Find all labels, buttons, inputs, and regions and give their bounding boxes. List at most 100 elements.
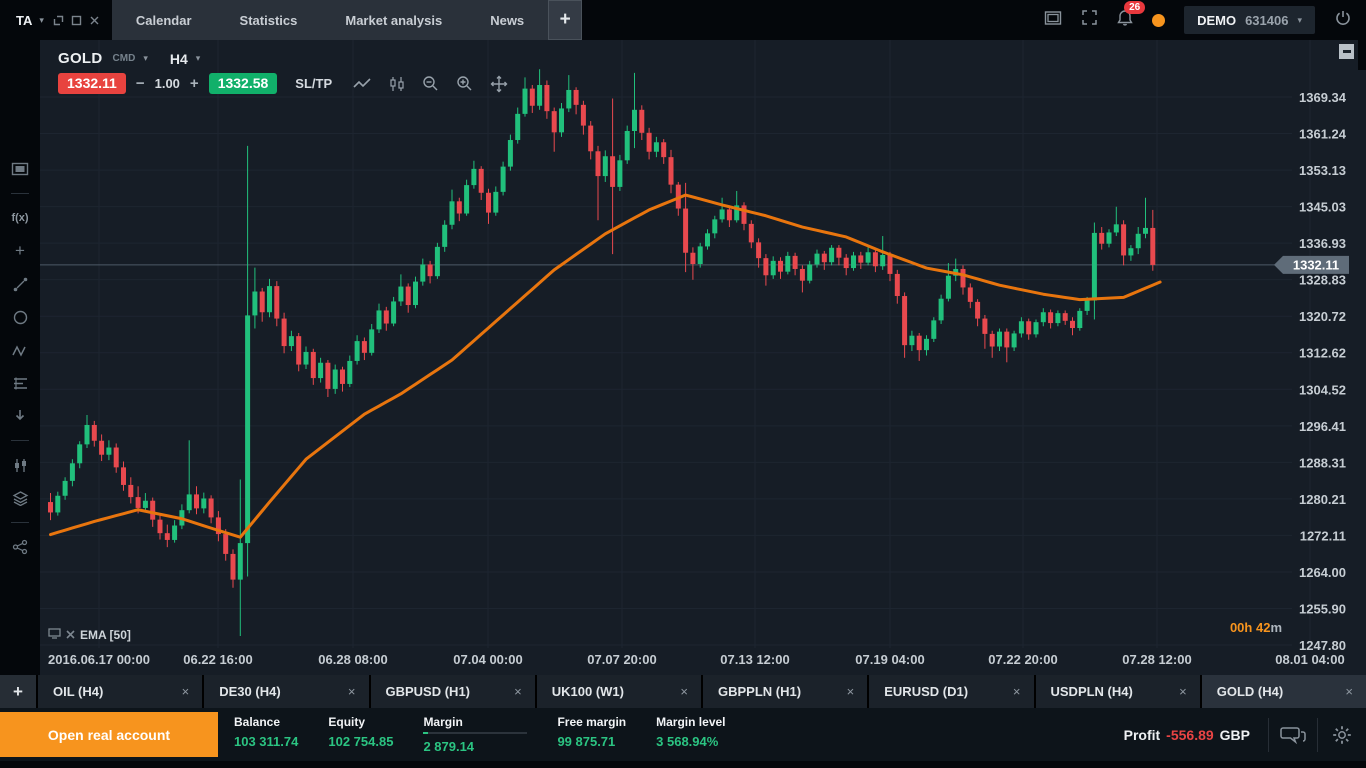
candle [917, 336, 922, 350]
instrument-tab-gbppln-h1-[interactable]: GBPPLN (H1)× [703, 675, 867, 708]
candle [858, 255, 863, 262]
close-icon[interactable]: × [514, 684, 522, 699]
gear-icon[interactable] [1318, 724, 1366, 746]
trend-line-icon[interactable] [8, 273, 32, 295]
instrument-tab-de30-h4-[interactable]: DE30 (H4)× [204, 675, 368, 708]
volume-value[interactable]: 1.00 [155, 76, 180, 91]
svg-text:1328.83: 1328.83 [1299, 273, 1346, 288]
timeframe-selector[interactable]: H4 [170, 51, 188, 67]
volume-decrease-button[interactable]: − [136, 75, 145, 92]
candle [77, 444, 82, 463]
monitor-icon[interactable] [48, 626, 61, 644]
share-icon[interactable] [8, 536, 32, 558]
close-icon[interactable]: × [1345, 684, 1353, 699]
account-selector[interactable]: DEMO 631406 ▾ [1184, 6, 1315, 34]
candle [975, 302, 980, 319]
arrow-down-icon[interactable] [8, 405, 32, 427]
close-icon[interactable]: × [348, 684, 356, 699]
close-icon[interactable] [89, 15, 100, 26]
zoom-in-icon[interactable] [456, 75, 473, 92]
top-tab-statistics[interactable]: Statistics [216, 0, 322, 40]
ellipse-icon[interactable] [8, 306, 32, 328]
candle [939, 299, 944, 321]
instrument-tab-oil-h4-[interactable]: OIL (H4)× [38, 675, 202, 708]
instrument-tab-gbpusd-h1-[interactable]: GBPUSD (H1)× [371, 675, 535, 708]
top-tab-market-analysis[interactable]: Market analysis [321, 0, 466, 40]
close-icon[interactable]: × [1013, 684, 1021, 699]
instrument-tab-gold-h4-[interactable]: GOLD (H4)× [1202, 675, 1366, 708]
elliott-wave-icon[interactable] [8, 339, 32, 361]
candle [1099, 233, 1104, 244]
candlestick-icon[interactable] [389, 76, 405, 92]
chat-icon[interactable] [1269, 724, 1317, 746]
power-icon[interactable] [1334, 9, 1352, 32]
bell-icon[interactable]: 26 [1117, 9, 1133, 32]
trade-row: 1332.11 − 1.00 + 1332.58 SL/TP [58, 73, 508, 94]
close-icon[interactable]: × [182, 684, 190, 699]
collapse-panel-icon[interactable] [1339, 44, 1354, 59]
volume-increase-button[interactable]: + [190, 75, 199, 92]
svg-text:07.22 20:00: 07.22 20:00 [988, 652, 1057, 667]
add-workspace-button[interactable]: + [548, 0, 582, 40]
chevron-down-icon[interactable]: ▾ [143, 53, 148, 64]
candle [471, 169, 476, 185]
instrument-tab-label: USDPLN (H4) [1051, 684, 1133, 699]
buy-button[interactable]: 1332.58 [209, 73, 278, 94]
line-chart-icon[interactable] [352, 77, 372, 91]
candle [187, 494, 192, 510]
chart-panel: 1369.341361.241353.131345.031336.931328.… [40, 40, 1366, 675]
chevron-down-icon[interactable]: ▾ [39, 15, 44, 26]
function-icon[interactable]: f(x) [8, 207, 32, 229]
layers-icon[interactable] [8, 487, 32, 509]
instrument-tab-eurusd-d1-[interactable]: EURUSD (D1)× [869, 675, 1033, 708]
instrument-tab-usdpln-h4-[interactable]: USDPLN (H4) × [1036, 675, 1200, 708]
svg-text:2016.06.17 00:00: 2016.06.17 00:00 [48, 652, 150, 667]
chart-window-icon[interactable] [8, 158, 32, 180]
zoom-out-icon[interactable] [422, 75, 439, 92]
stat-balance: Balance103 311.74 [234, 715, 298, 754]
instrument-tab-uk100-w1-[interactable]: UK100 (W1)× [537, 675, 701, 708]
candle [479, 169, 484, 193]
popup-icon[interactable] [53, 15, 64, 26]
maximize-icon[interactable] [71, 15, 82, 26]
sltp-button[interactable]: SL/TP [295, 76, 332, 91]
candle [720, 209, 725, 219]
svg-text:1304.52: 1304.52 [1299, 382, 1346, 397]
candle [617, 160, 622, 187]
candle [1077, 311, 1082, 328]
svg-text:1369.34: 1369.34 [1299, 90, 1347, 105]
profit-currency: GBP [1220, 727, 1250, 743]
price-chart[interactable]: 1369.341361.241353.131345.031336.931328.… [40, 40, 1366, 675]
top-tab-calendar[interactable]: Calendar [112, 0, 216, 40]
fibonacci-icon[interactable] [8, 372, 32, 394]
candle [391, 301, 396, 323]
candle [114, 448, 119, 468]
frame-icon[interactable] [1044, 10, 1062, 31]
candle [683, 209, 688, 253]
candle [428, 264, 433, 276]
candle [836, 248, 841, 258]
candle [669, 157, 674, 185]
fullscreen-icon[interactable] [1081, 9, 1098, 31]
remove-indicator-icon[interactable] [66, 626, 75, 644]
candle [267, 286, 272, 312]
stat-label: Margin level [656, 715, 725, 729]
top-tab-news[interactable]: News [466, 0, 548, 40]
add-instrument-button[interactable]: + [0, 675, 36, 708]
candle [698, 246, 703, 264]
indicator-icon[interactable] [8, 454, 32, 476]
sell-button[interactable]: 1332.11 [58, 73, 126, 94]
chevron-down-icon[interactable]: ▾ [196, 53, 201, 64]
open-real-account-button[interactable]: Open real account [0, 712, 218, 757]
candle [1150, 228, 1155, 265]
close-icon[interactable]: × [680, 684, 688, 699]
workspace-tab[interactable]: TA ▾ [0, 0, 112, 40]
svg-text:1345.03: 1345.03 [1299, 200, 1346, 215]
close-icon[interactable]: × [1179, 684, 1187, 699]
close-icon[interactable]: × [847, 684, 855, 699]
stat-value: 102 754.85 [328, 734, 393, 749]
svg-text:1336.93: 1336.93 [1299, 236, 1346, 251]
candle [1143, 228, 1148, 234]
move-icon[interactable] [490, 75, 508, 93]
add-icon[interactable]: + [8, 240, 32, 262]
